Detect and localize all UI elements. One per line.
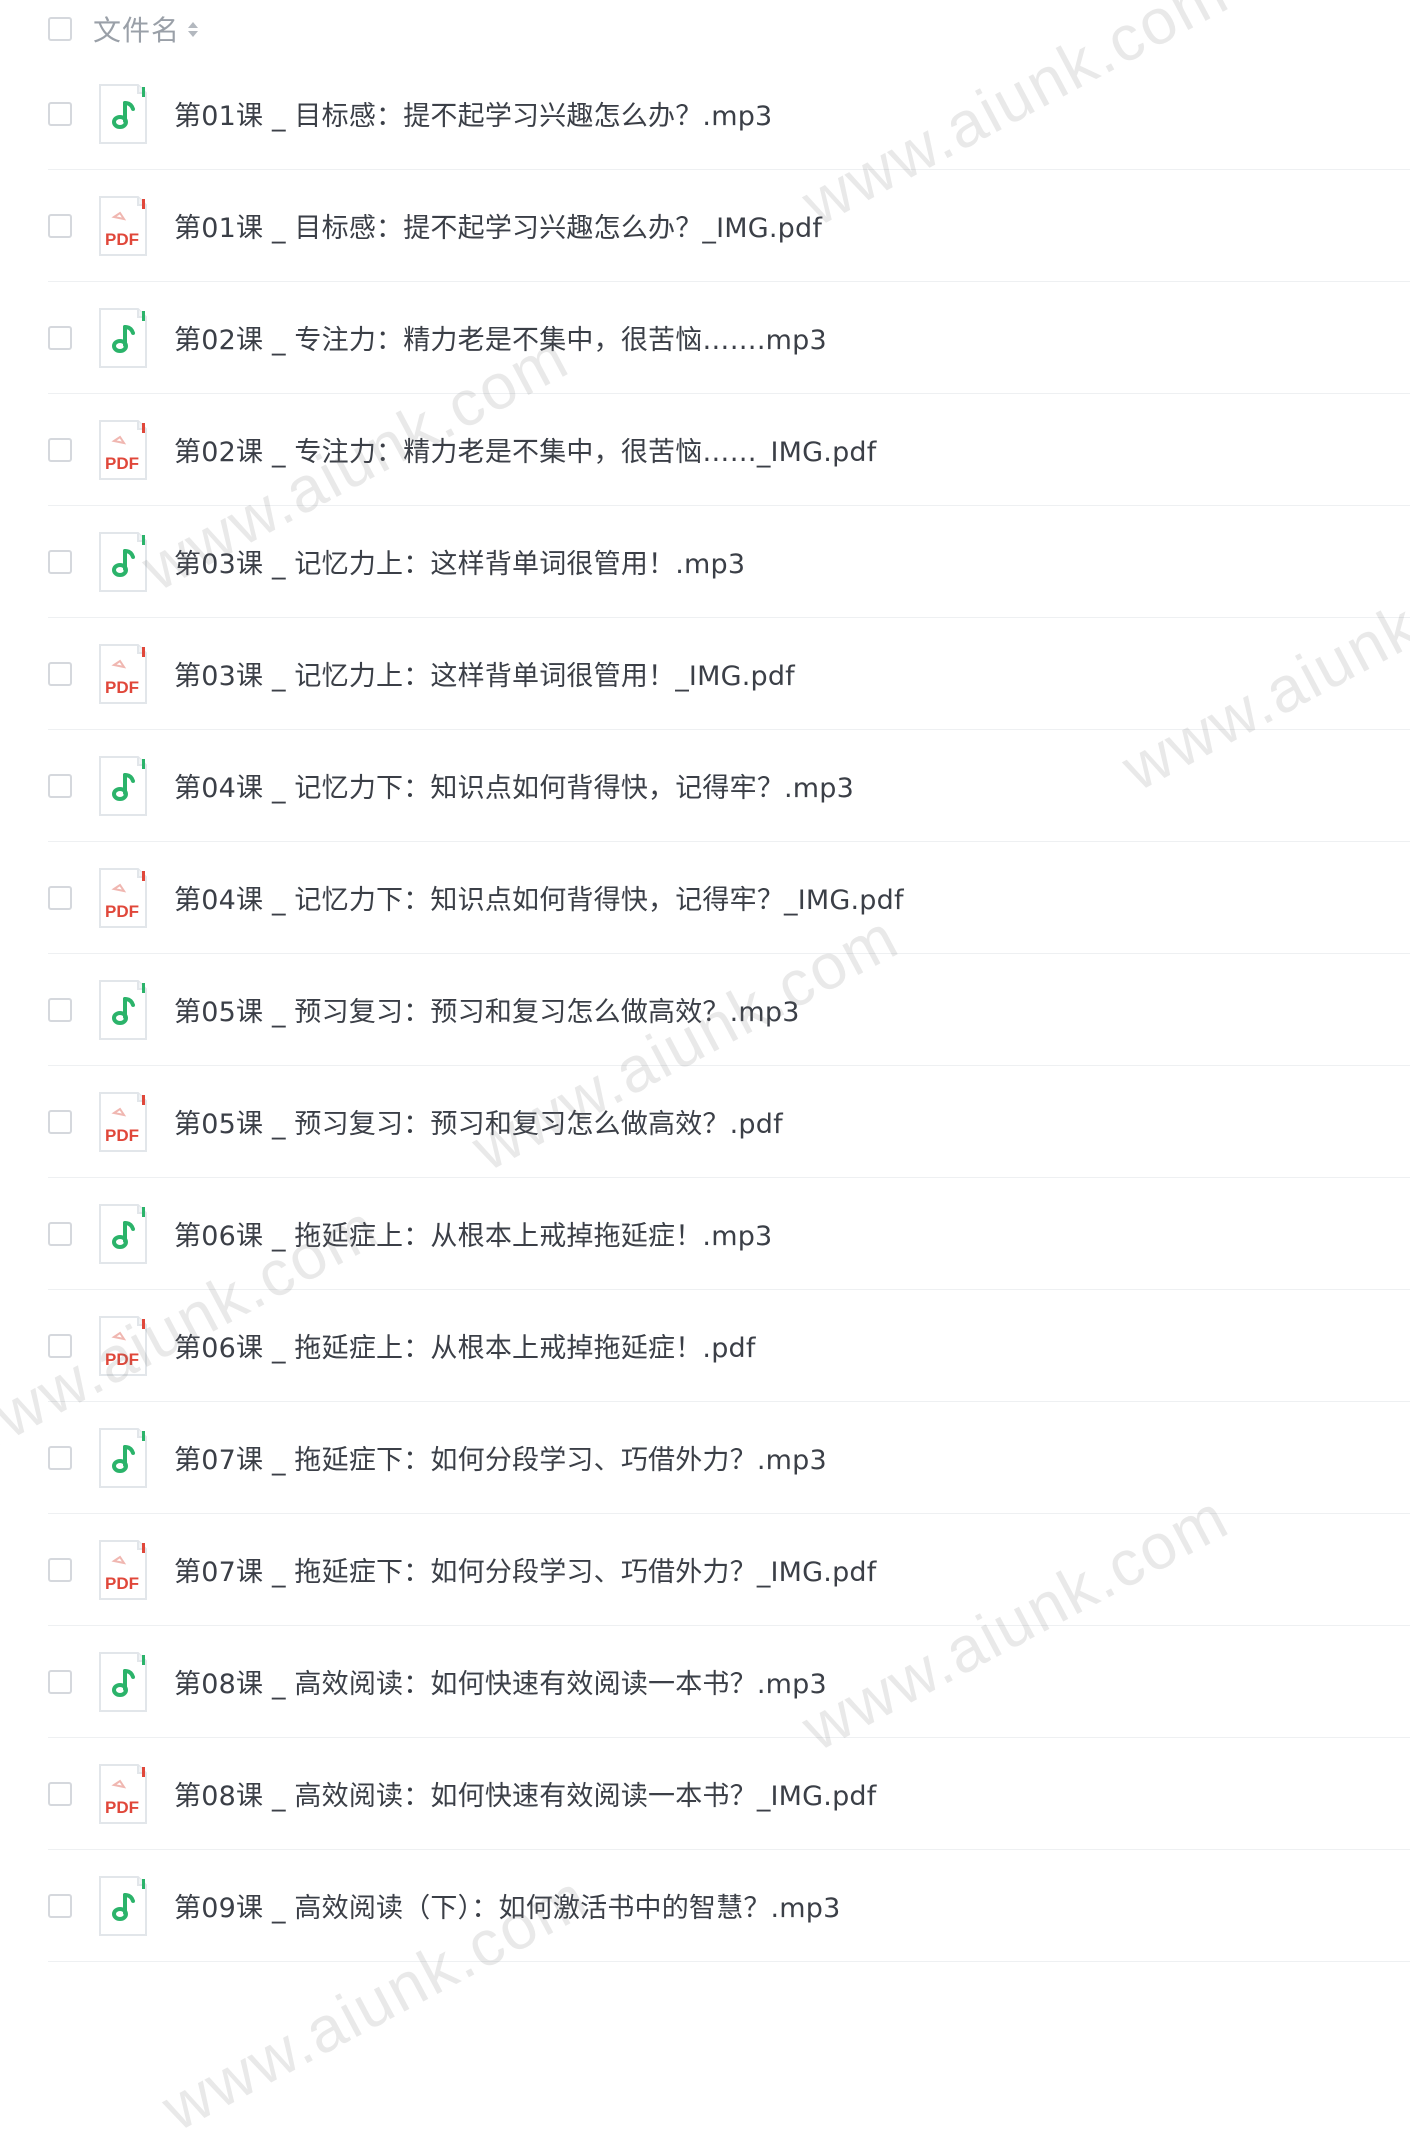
pdf-file-icon: PDF	[98, 195, 148, 257]
pdf-badge-text: PDF	[105, 1798, 139, 1817]
file-name[interactable]: 第08课 _ 高效阅读：如何快速有效阅读一本书？_IMG.pdf	[174, 1774, 876, 1813]
file-name[interactable]: 第09课 _ 高效阅读（下）：如何激活书中的智慧？.mp3	[174, 1886, 841, 1925]
file-list: 文件名 第01课 _ 目标感：提不起学习兴趣怎么办？.mp3 PDF 第01课 _ …	[0, 0, 1410, 1962]
file-row[interactable]: PDF 第05课 _ 预习复习：预习和复习怎么做高效？.pdf	[48, 1066, 1410, 1178]
row-checkbox[interactable]	[48, 1109, 72, 1134]
row-checkbox[interactable]	[48, 101, 72, 126]
pdf-badge-text: PDF	[105, 1126, 139, 1145]
row-checkbox[interactable]	[48, 1669, 72, 1694]
file-name[interactable]: 第03课 _ 记忆力上：这样背单词很管用！.mp3	[174, 542, 745, 581]
pdf-badge-text: PDF	[105, 1350, 139, 1369]
file-name[interactable]: 第07课 _ 拖延症下：如何分段学习、巧借外力？.mp3	[174, 1438, 827, 1477]
row-checkbox[interactable]	[48, 1333, 72, 1358]
row-checkbox[interactable]	[48, 549, 72, 574]
file-row[interactable]: PDF 第06课 _ 拖延症上：从根本上戒掉拖延症！.pdf	[48, 1290, 1410, 1402]
file-name[interactable]: 第08课 _ 高效阅读：如何快速有效阅读一本书？.mp3	[174, 1662, 827, 1701]
file-name[interactable]: 第06课 _ 拖延症上：从根本上戒掉拖延症！.mp3	[174, 1214, 772, 1253]
pdf-badge-text: PDF	[105, 902, 139, 921]
file-row[interactable]: PDF 第04课 _ 记忆力下：知识点如何背得快，记得牢？_IMG.pdf	[48, 842, 1410, 954]
pdf-file-icon: PDF	[98, 419, 148, 481]
row-checkbox[interactable]	[48, 437, 72, 462]
list-header: 文件名	[0, 0, 1410, 58]
music-note-icon	[98, 979, 148, 1041]
file-name[interactable]: 第05课 _ 预习复习：预习和复习怎么做高效？.mp3	[174, 990, 800, 1029]
pdf-badge-text: PDF	[105, 454, 139, 473]
file-rows: 第01课 _ 目标感：提不起学习兴趣怎么办？.mp3 PDF 第01课 _ 目标感：…	[0, 58, 1410, 1962]
file-row[interactable]: PDF 第01课 _ 目标感：提不起学习兴趣怎么办？_IMG.pdf	[48, 170, 1410, 282]
pdf-file-icon: PDF	[98, 1763, 148, 1825]
pdf-file-icon: PDF	[98, 643, 148, 705]
pdf-file-icon: PDF	[98, 1091, 148, 1153]
file-name[interactable]: 第01课 _ 目标感：提不起学习兴趣怎么办？_IMG.pdf	[174, 206, 822, 245]
file-row[interactable]: PDF 第02课 _ 专注力：精力老是不集中，很苦恼……_IMG.pdf	[48, 394, 1410, 506]
file-row[interactable]: 第02课 _ 专注力：精力老是不集中，很苦恼…….mp3	[48, 282, 1410, 394]
file-name[interactable]: 第04课 _ 记忆力下：知识点如何背得快，记得牢？.mp3	[174, 766, 854, 805]
row-checkbox[interactable]	[48, 661, 72, 686]
file-name[interactable]: 第05课 _ 预习复习：预习和复习怎么做高效？.pdf	[174, 1102, 783, 1141]
row-checkbox[interactable]	[48, 1445, 72, 1470]
pdf-badge-text: PDF	[105, 230, 139, 249]
row-checkbox[interactable]	[48, 773, 72, 798]
music-note-icon	[98, 83, 148, 145]
file-row[interactable]: PDF 第07课 _ 拖延症下：如何分段学习、巧借外力？_IMG.pdf	[48, 1514, 1410, 1626]
pdf-file-icon: PDF	[98, 867, 148, 929]
file-row[interactable]: 第05课 _ 预习复习：预习和复习怎么做高效？.mp3	[48, 954, 1410, 1066]
column-header-filename[interactable]: 文件名	[93, 9, 180, 49]
music-note-icon	[98, 1875, 148, 1937]
music-note-icon	[98, 1651, 148, 1713]
row-checkbox[interactable]	[48, 1781, 72, 1806]
music-note-icon	[98, 307, 148, 369]
pdf-badge-text: PDF	[105, 1574, 139, 1593]
row-checkbox[interactable]	[48, 1221, 72, 1246]
file-row[interactable]: 第07课 _ 拖延症下：如何分段学习、巧借外力？.mp3	[48, 1402, 1410, 1514]
pdf-file-icon: PDF	[98, 1539, 148, 1601]
row-checkbox[interactable]	[48, 213, 72, 238]
pdf-badge-text: PDF	[105, 678, 139, 697]
file-name[interactable]: 第03课 _ 记忆力上：这样背单词很管用！_IMG.pdf	[174, 654, 795, 693]
sort-icon[interactable]	[188, 15, 199, 43]
music-note-icon	[98, 531, 148, 593]
music-note-icon	[98, 755, 148, 817]
file-name[interactable]: 第02课 _ 专注力：精力老是不集中，很苦恼…….mp3	[174, 318, 827, 357]
row-checkbox[interactable]	[48, 325, 72, 350]
file-name[interactable]: 第07课 _ 拖延症下：如何分段学习、巧借外力？_IMG.pdf	[174, 1550, 876, 1589]
music-note-icon	[98, 1427, 148, 1489]
file-row[interactable]: 第01课 _ 目标感：提不起学习兴趣怎么办？.mp3	[48, 58, 1410, 170]
music-note-icon	[98, 1203, 148, 1265]
file-row[interactable]: 第03课 _ 记忆力上：这样背单词很管用！.mp3	[48, 506, 1410, 618]
file-row[interactable]: 第08课 _ 高效阅读：如何快速有效阅读一本书？.mp3	[48, 1626, 1410, 1738]
file-name[interactable]: 第02课 _ 专注力：精力老是不集中，很苦恼……_IMG.pdf	[174, 430, 876, 469]
row-checkbox[interactable]	[48, 885, 72, 910]
pdf-file-icon: PDF	[98, 1315, 148, 1377]
file-name[interactable]: 第04课 _ 记忆力下：知识点如何背得快，记得牢？_IMG.pdf	[174, 878, 904, 917]
file-row[interactable]: 第04课 _ 记忆力下：知识点如何背得快，记得牢？.mp3	[48, 730, 1410, 842]
row-checkbox[interactable]	[48, 1893, 72, 1918]
file-row[interactable]: 第06课 _ 拖延症上：从根本上戒掉拖延症！.mp3	[48, 1178, 1410, 1290]
file-row[interactable]: PDF 第03课 _ 记忆力上：这样背单词很管用！_IMG.pdf	[48, 618, 1410, 730]
row-checkbox[interactable]	[48, 997, 72, 1022]
row-checkbox[interactable]	[48, 1557, 72, 1582]
file-name[interactable]: 第06课 _ 拖延症上：从根本上戒掉拖延症！.pdf	[174, 1326, 756, 1365]
file-name[interactable]: 第01课 _ 目标感：提不起学习兴趣怎么办？.mp3	[174, 94, 772, 133]
select-all-checkbox[interactable]	[48, 17, 72, 41]
file-row[interactable]: PDF 第08课 _ 高效阅读：如何快速有效阅读一本书？_IMG.pdf	[48, 1738, 1410, 1850]
file-row[interactable]: 第09课 _ 高效阅读（下）：如何激活书中的智慧？.mp3	[48, 1850, 1410, 1962]
